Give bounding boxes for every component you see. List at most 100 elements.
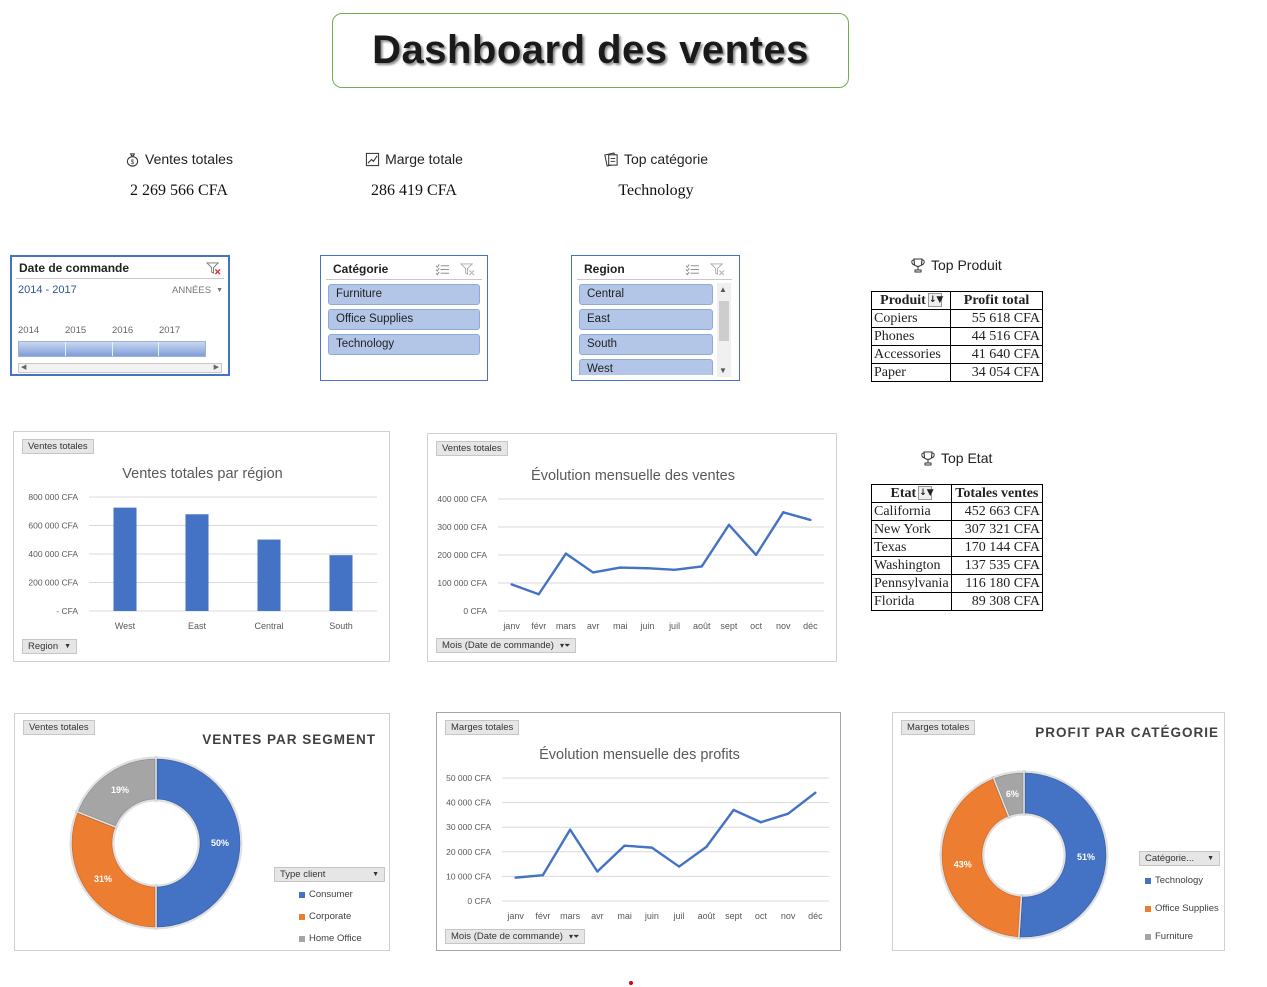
cell-produit: Copiers — [871, 309, 951, 328]
table-row: Florida 89 308 CFA — [871, 592, 1044, 611]
bar — [329, 555, 353, 611]
slicer-item-east[interactable]: East — [579, 309, 713, 330]
cell-profit: 34 054 CFA — [950, 363, 1043, 382]
region-filter-dropdown[interactable]: Region ▼ — [22, 639, 78, 654]
slicer-date-commande[interactable]: Date de commande 2014 - 2017 ANNÉES ▼ 20… — [10, 255, 230, 376]
clear-filter-icon[interactable] — [206, 261, 221, 275]
timeline-year[interactable]: 2016 — [112, 325, 159, 336]
type-client-dropdown[interactable]: Type client ▼ — [274, 867, 385, 882]
month-filter-dropdown[interactable]: Mois (Date de commande) ▾⏷ — [445, 929, 586, 944]
heading-label: Top Produit — [931, 257, 1002, 273]
top-etat-table: Etat ↓▼ Totales ventes California 452 663 … — [871, 484, 1044, 611]
data-point — [537, 593, 540, 596]
y-tick-label: 200 000 CFA — [437, 550, 487, 560]
column-header[interactable]: Etat ↓▼ — [871, 484, 952, 503]
legend-item-office-supplies[interactable]: Office Supplies — [1145, 903, 1219, 914]
scroll-thumb[interactable] — [719, 301, 729, 341]
timeline-period-label: ANNÉES — [172, 285, 212, 296]
timeline-period-dropdown[interactable]: ANNÉES ▼ — [172, 285, 223, 296]
data-point — [705, 845, 708, 849]
slicer-categorie: Catégorie Furniture Office Supplies Tech… — [320, 255, 488, 381]
slicer-item-west[interactable]: West — [579, 359, 713, 375]
timeline-year[interactable]: 2017 — [159, 325, 206, 336]
data-point — [727, 523, 731, 527]
dropdown-label: Type client — [280, 869, 326, 880]
bar — [113, 507, 137, 611]
column-header: Totales ventes — [950, 484, 1044, 503]
legend-item-consumer[interactable]: Consumer — [299, 889, 353, 900]
y-tick-label: 300 000 CFA — [437, 522, 487, 532]
legend-item-technology[interactable]: Technology — [1145, 875, 1203, 886]
sort-filter-icon[interactable]: ↓▼ — [918, 486, 934, 501]
svg-text:$: $ — [131, 159, 135, 166]
slicer-item-technology[interactable]: Technology — [328, 334, 480, 355]
data-label: 31% — [94, 874, 112, 884]
timeline-selection-bar[interactable] — [18, 341, 206, 357]
heading-label: Top Etat — [941, 450, 993, 466]
cell-etat: Washington — [871, 556, 952, 575]
slicer-item-south[interactable]: South — [579, 334, 713, 355]
x-tick-label: août — [693, 621, 711, 631]
slicer-item-central[interactable]: Central — [579, 284, 713, 305]
data-point — [623, 844, 626, 847]
month-filter-dropdown[interactable]: Mois (Date de commande) ▾⏷ — [436, 638, 577, 653]
kpi-value: 2 269 566 CFA — [130, 182, 228, 199]
trophy-icon — [911, 258, 925, 273]
dropdown-label: Region — [28, 641, 59, 652]
top-produit-heading: Top Produit — [910, 257, 1002, 273]
table-row: Texas 170 144 CFA — [871, 538, 1044, 557]
legend-item-home-office[interactable]: Home Office — [299, 933, 362, 944]
kpi-label: Marge totale — [385, 151, 463, 167]
clear-filter-icon[interactable] — [460, 262, 475, 276]
cell-profit: 55 618 CFA — [950, 309, 1043, 328]
timeline-scrollbar[interactable]: ◀ ▶ — [18, 363, 222, 373]
line-chart-monthly-profit: 0 CFA 10 000 CFA 20 000 CFA 30 000 CFA 40 00… — [446, 773, 829, 921]
column-header[interactable]: Produit ↓▼ — [871, 291, 951, 310]
scroll-up-icon[interactable]: ▲ — [719, 285, 727, 294]
data-point — [673, 568, 676, 571]
cell-ventes: 170 144 CFA — [950, 538, 1044, 557]
timeline-year[interactable]: 2014 — [18, 325, 65, 336]
x-tick-label: avr — [587, 621, 600, 631]
multi-select-icon[interactable] — [435, 263, 450, 276]
y-tick-label: 100 000 CFA — [437, 578, 487, 588]
timeline-year[interactable]: 2015 — [65, 325, 112, 336]
dropdown-label: Mois (Date de commande) — [451, 931, 563, 942]
x-tick-label: West — [115, 621, 136, 631]
scroll-left-icon[interactable]: ◀ — [21, 363, 26, 371]
y-tick-label: 20 000 CFA — [446, 847, 491, 857]
donut-chart-category: 51% 43% 6% — [939, 770, 1109, 940]
top-produit-table: Produit ↓▼ Profit total Copiers 55 618 CFA… — [871, 291, 1043, 382]
slicer-scrollbar[interactable]: ▲ ▼ — [717, 283, 731, 377]
x-tick-label: oct — [755, 911, 768, 921]
scroll-right-icon[interactable]: ▶ — [214, 363, 219, 371]
dashboard-title-box: Dashboard des ventes — [332, 13, 849, 88]
kpi-value: 286 419 CFA — [371, 182, 457, 199]
table-row: Accessories 41 640 CFA — [871, 345, 1043, 364]
y-tick-label: 200 000 CFA — [28, 578, 78, 588]
chart-panel-category: Marges totales PROFIT PAR CATÉGORIE 51% 4… — [892, 712, 1225, 951]
scroll-down-icon[interactable]: ▼ — [719, 366, 727, 375]
chart-panel-segment: Ventes totales VENTES PAR SEGMENT 50% 31%… — [14, 713, 390, 951]
cell-cursor-marker — [629, 981, 633, 985]
y-tick-label: 30 000 CFA — [446, 822, 491, 832]
slicer-region: Region Central East South West ▲ ▼ — [571, 255, 740, 381]
x-tick-label: avr — [591, 911, 604, 921]
clear-filter-icon[interactable] — [710, 262, 725, 276]
x-tick-label: sept — [720, 621, 738, 631]
table-row: Phones 44 516 CFA — [871, 327, 1043, 346]
data-point — [814, 791, 817, 794]
multi-select-icon[interactable] — [685, 263, 700, 276]
legend-item-corporate[interactable]: Corporate — [299, 911, 351, 922]
sort-filter-icon[interactable]: ↓▼ — [927, 293, 943, 308]
slicer-item-office-supplies[interactable]: Office Supplies — [328, 309, 480, 330]
x-tick-label: juin — [639, 621, 654, 631]
cell-etat: Texas — [871, 538, 952, 557]
data-label: 6% — [1006, 789, 1019, 799]
data-point — [646, 567, 649, 570]
x-tick-label: mai — [617, 911, 632, 921]
legend-item-furniture[interactable]: Furniture — [1145, 931, 1193, 942]
categorie-dropdown[interactable]: Catégorie... ▼ — [1139, 851, 1220, 866]
slicer-item-furniture[interactable]: Furniture — [328, 284, 480, 305]
kpi-label: Top catégorie — [623, 151, 709, 167]
